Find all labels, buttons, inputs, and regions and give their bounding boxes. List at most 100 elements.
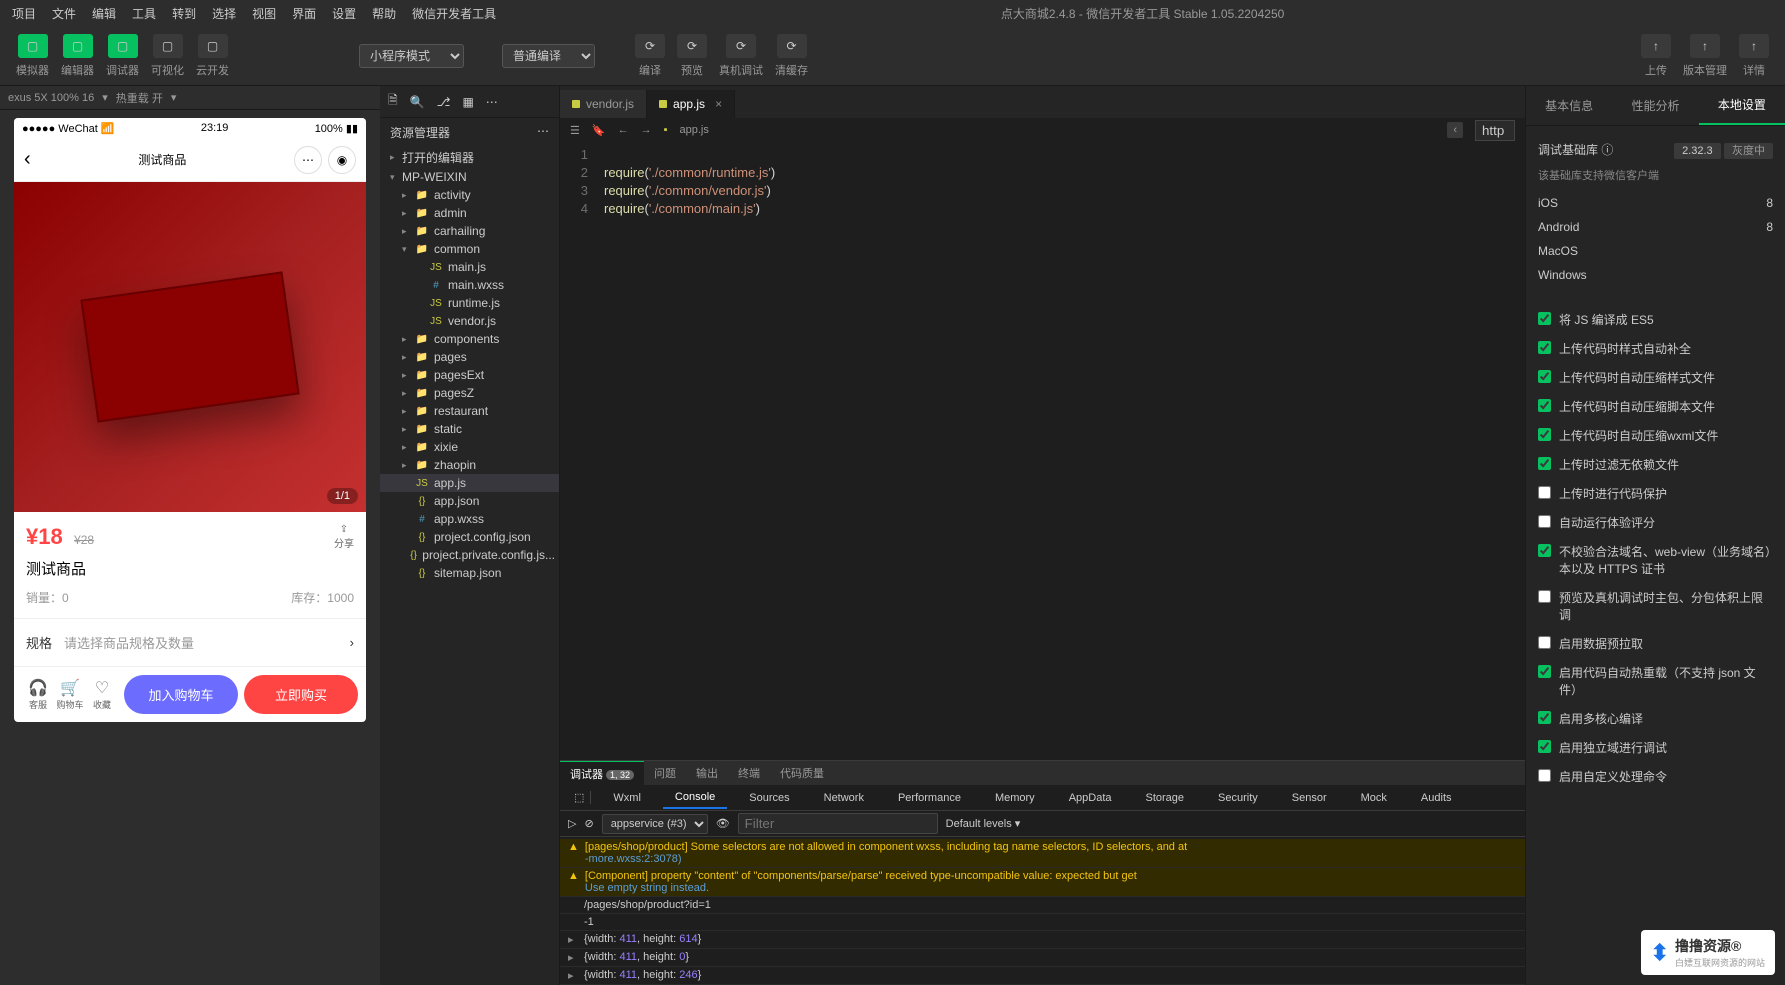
tree-carhailing[interactable]: ▸📁carhailing <box>380 222 559 240</box>
product-image[interactable]: 1/1 <box>14 182 366 512</box>
check-item[interactable]: 启用独立域进行调试 <box>1538 733 1773 762</box>
tree-pagesExt[interactable]: ▸📁pagesExt <box>380 366 559 384</box>
mode-select[interactable]: 小程序模式 <box>359 44 464 68</box>
tree-project.private.config.js...[interactable]: {}project.private.config.js... <box>380 546 559 564</box>
share-button[interactable]: ⇪ 分享 <box>334 524 354 550</box>
add-cart-button[interactable]: 加入购物车 <box>124 675 238 714</box>
lib-version[interactable]: 2.32.3 <box>1674 143 1721 159</box>
panel-Storage[interactable]: Storage <box>1134 788 1197 808</box>
tree-restaurant[interactable]: ▸📁restaurant <box>380 402 559 420</box>
tree-pages[interactable]: ▸📁pages <box>380 348 559 366</box>
menu-文件[interactable]: 文件 <box>44 5 84 22</box>
check-item[interactable]: 上传代码时自动压缩脚本文件 <box>1538 392 1773 421</box>
toggle-icon[interactable]: ☰ <box>570 124 580 137</box>
menu-微信开发者工具[interactable]: 微信开发者工具 <box>404 5 504 22</box>
more-icon[interactable]: ⋯ <box>537 124 549 141</box>
tree-app.json[interactable]: {}app.json <box>380 492 559 510</box>
panel-Network[interactable]: Network <box>812 788 876 808</box>
tree-main.wxss[interactable]: #main.wxss <box>380 276 559 294</box>
tree-static[interactable]: ▸📁static <box>380 420 559 438</box>
branch-icon[interactable]: ⎇ <box>437 95 451 109</box>
nav-back-icon[interactable]: ← <box>618 124 629 136</box>
dbgtab-调试器[interactable]: 调试器1, 32 <box>560 761 644 785</box>
rptab-本地设置[interactable]: 本地设置 <box>1699 86 1785 125</box>
tool-调试器[interactable]: ▢调试器 <box>106 34 139 78</box>
tool-详情[interactable]: ↑详情 <box>1739 34 1769 78</box>
help-icon[interactable]: ⓘ <box>1601 143 1613 157</box>
tree-xixie[interactable]: ▸📁xixie <box>380 438 559 456</box>
back-icon[interactable]: ‹ <box>24 148 31 171</box>
menu-项目[interactable]: 项目 <box>4 5 44 22</box>
check-item[interactable]: 启用自定义处理命令 <box>1538 762 1773 791</box>
tool-预览[interactable]: ⟳预览 <box>677 34 707 78</box>
dbgtab-代码质量[interactable]: 代码质量 <box>770 761 834 785</box>
context-select[interactable]: appservice (#3) <box>602 814 708 834</box>
nav-fwd-icon[interactable]: → <box>641 124 652 136</box>
rptab-性能分析[interactable]: 性能分析 <box>1612 86 1698 125</box>
bookmark-icon[interactable]: 🔖 <box>592 124 606 137</box>
tree-pagesZ[interactable]: ▸📁pagesZ <box>380 384 559 402</box>
rptab-基本信息[interactable]: 基本信息 <box>1526 86 1612 125</box>
url-input[interactable] <box>1475 120 1515 141</box>
extension-icon[interactable]: ▦ <box>462 95 473 109</box>
menu-界面[interactable]: 界面 <box>284 5 324 22</box>
dbgtab-终端[interactable]: 终端 <box>728 761 770 785</box>
target-icon[interactable]: ◉ <box>328 146 356 174</box>
panel-Security[interactable]: Security <box>1206 788 1270 808</box>
tree-vendor.js[interactable]: JSvendor.js <box>380 312 559 330</box>
panel-Performance[interactable]: Performance <box>886 788 973 808</box>
section-打开的编辑器[interactable]: ▸打开的编辑器 <box>380 147 559 168</box>
tree-sitemap.json[interactable]: {}sitemap.json <box>380 564 559 582</box>
dbgtab-问题[interactable]: 问题 <box>644 761 686 785</box>
check-item[interactable]: 启用多核心编译 <box>1538 704 1773 733</box>
check-item[interactable]: 上传时过滤无依赖文件 <box>1538 450 1773 479</box>
menu-帮助[interactable]: 帮助 <box>364 5 404 22</box>
check-item[interactable]: 上传代码时自动压缩样式文件 <box>1538 363 1773 392</box>
tree-zhaopin[interactable]: ▸📁zhaopin <box>380 456 559 474</box>
tree-activity[interactable]: ▸📁activity <box>380 186 559 204</box>
inspect-icon[interactable]: ⬚ <box>568 791 591 804</box>
panel-Sources[interactable]: Sources <box>737 788 801 808</box>
tree-app.wxss[interactable]: #app.wxss <box>380 510 559 528</box>
device-label[interactable]: exus 5X 100% 16 <box>8 92 94 104</box>
code-editor[interactable]: 12require('./common/runtime.js')3require… <box>560 142 1525 760</box>
tree-app.js[interactable]: JSapp.js <box>380 474 559 492</box>
dbgtab-输出[interactable]: 输出 <box>686 761 728 785</box>
breadcrumb[interactable]: app.js <box>679 124 708 136</box>
panel-AppData[interactable]: AppData <box>1057 788 1124 808</box>
compile-select[interactable]: 普通编译 <box>502 44 595 68</box>
tool-上传[interactable]: ↑上传 <box>1641 34 1671 78</box>
panel-Console[interactable]: Console <box>663 787 727 809</box>
panel-Sensor[interactable]: Sensor <box>1280 788 1339 808</box>
tool-编译[interactable]: ⟳编译 <box>635 34 665 78</box>
bottom-收藏[interactable]: ♡收藏 <box>86 678 118 711</box>
tab-vendor.js[interactable]: vendor.js <box>560 90 647 118</box>
check-item[interactable]: 启用代码自动热重载（不支持 json 文件） <box>1538 658 1773 704</box>
tool-模拟器[interactable]: ▢模拟器 <box>16 34 49 78</box>
tool-版本管理[interactable]: ↑版本管理 <box>1683 34 1727 78</box>
menu-icon[interactable]: ⋯ <box>294 146 322 174</box>
more-icon[interactable]: ⋯ <box>486 95 498 109</box>
menu-视图[interactable]: 视图 <box>244 5 284 22</box>
check-item[interactable]: 不校验合法域名、web-view（业务域名）本以及 HTTPS 证书 <box>1538 537 1773 583</box>
bottom-购物车[interactable]: 🛒购物车 <box>54 678 86 711</box>
spec-selector[interactable]: 规格 请选择商品规格及数量 › <box>14 618 366 666</box>
panel-Memory[interactable]: Memory <box>983 788 1047 808</box>
tool-云开发[interactable]: ▢云开发 <box>196 34 229 78</box>
play-icon[interactable]: ▷ <box>568 817 576 830</box>
buy-now-button[interactable]: 立即购买 <box>244 675 358 714</box>
menu-选择[interactable]: 选择 <box>204 5 244 22</box>
panel-Wxml[interactable]: Wxml <box>601 788 653 808</box>
tab-app.js[interactable]: app.js× <box>647 90 735 118</box>
clear-icon[interactable]: ⊘ <box>584 817 593 830</box>
check-item[interactable]: 将 JS 编译成 ES5 <box>1538 305 1773 334</box>
levels-select[interactable]: Default levels ▾ <box>946 817 1021 830</box>
tree-main.js[interactable]: JSmain.js <box>380 258 559 276</box>
tool-清缓存[interactable]: ⟳清缓存 <box>775 34 808 78</box>
tree-components[interactable]: ▸📁components <box>380 330 559 348</box>
section-MP-WEIXIN[interactable]: ▾MP-WEIXIN <box>380 168 559 186</box>
check-item[interactable]: 自动运行体验评分 <box>1538 508 1773 537</box>
check-item[interactable]: 上传时进行代码保护 <box>1538 479 1773 508</box>
bottom-客服[interactable]: 🎧客服 <box>22 678 54 711</box>
panel-Audits[interactable]: Audits <box>1409 788 1464 808</box>
